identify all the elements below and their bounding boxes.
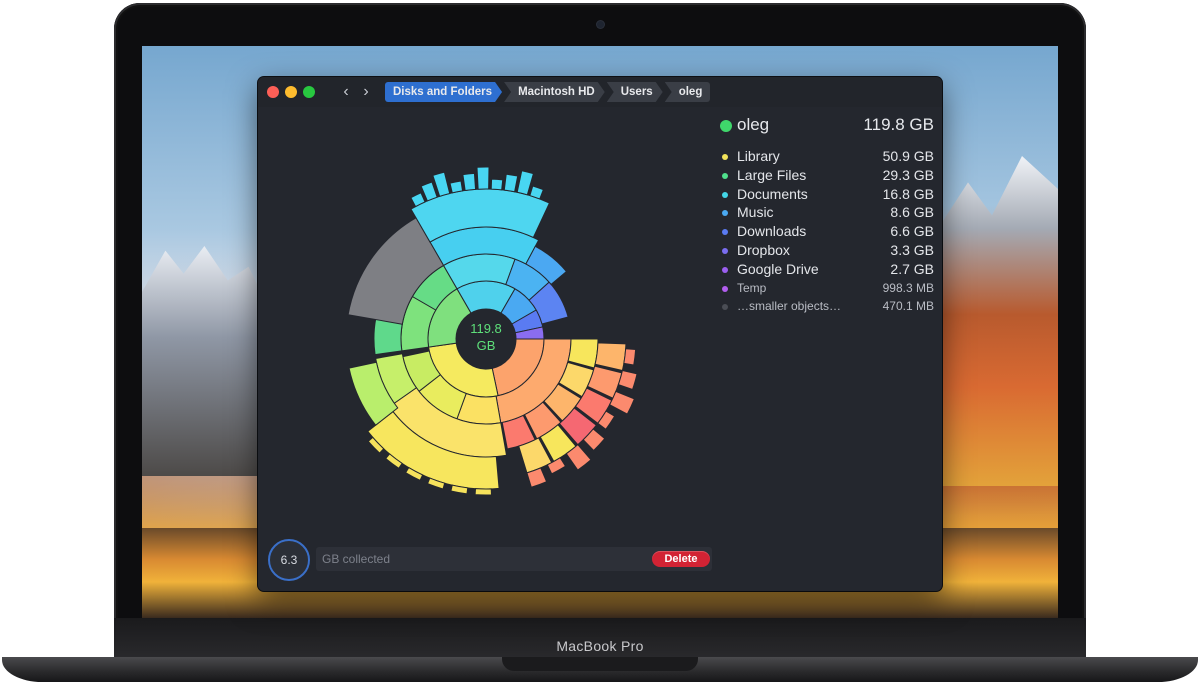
legend-item-dropbox[interactable]: Dropbox 3.3 GB bbox=[718, 241, 934, 260]
chevron-right-icon: › bbox=[363, 83, 369, 100]
legend-item-size: 50.9 GB bbox=[882, 148, 934, 164]
collector-panel: 6.3 GB collected Delete bbox=[268, 539, 712, 581]
legend-item-size: 6.6 GB bbox=[890, 223, 934, 240]
legend-color-dot bbox=[722, 154, 728, 160]
collector-bar[interactable]: GB collected Delete bbox=[316, 547, 712, 571]
legend-color-dot bbox=[722, 191, 728, 198]
legend-item-smaller-objects[interactable]: …smaller objects… 470.1 MB bbox=[718, 297, 934, 316]
legend-item-size: 470.1 MB bbox=[882, 299, 934, 314]
legend-item-name: Dropbox bbox=[737, 241, 790, 258]
sunburst-chart[interactable]: 119.8 GB bbox=[258, 107, 718, 537]
app-window: ‹ › Disks and Folders Macintosh HD Users… bbox=[258, 77, 942, 591]
segment-spike-cyan-4[interactable] bbox=[462, 172, 477, 192]
legend-item-size: 2.7 GB bbox=[890, 260, 934, 277]
camera-icon bbox=[597, 21, 604, 28]
legend-item-large-files[interactable]: Large Files 29.3 GB bbox=[718, 166, 934, 185]
legend-item-google-drive[interactable]: Google Drive 2.7 GB bbox=[718, 260, 934, 279]
legend-item-downloads[interactable]: Downloads 6.6 GB bbox=[718, 222, 934, 241]
legend-item-documents[interactable]: Documents 16.8 GB bbox=[718, 185, 934, 204]
segment-spike-cyan-6[interactable] bbox=[490, 178, 504, 191]
breadcrumb-users[interactable]: Users bbox=[607, 82, 663, 102]
summary-size: 119.8 GB bbox=[863, 115, 934, 134]
legend-item-name: Google Drive bbox=[737, 260, 819, 277]
wallpaper-mountain-right bbox=[938, 156, 1058, 486]
segment-spike-orange-0[interactable] bbox=[623, 348, 637, 366]
chevron-left-icon: ‹ bbox=[343, 83, 349, 100]
legend-color-dot bbox=[722, 304, 728, 311]
sunburst-center-unit: GB bbox=[477, 338, 496, 353]
segment-spike-yellow-0[interactable] bbox=[474, 488, 492, 496]
device-brand-label: MacBook Pro bbox=[556, 638, 644, 654]
back-button[interactable]: ‹ bbox=[338, 82, 354, 102]
legend-color-dot bbox=[722, 247, 728, 254]
legend-item-size: 16.8 GB bbox=[882, 185, 934, 202]
sunburst-center-size: 119.8 bbox=[470, 321, 502, 336]
summary-name: oleg bbox=[737, 115, 770, 134]
collector-label: GB collected bbox=[322, 552, 391, 566]
legend-color-dot bbox=[722, 285, 728, 292]
collector-drop-target[interactable]: 6.3 bbox=[268, 539, 310, 581]
segment-spike-cyan-7[interactable] bbox=[503, 173, 519, 193]
forward-button[interactable]: › bbox=[358, 82, 374, 102]
legend-item-library[interactable]: Library 50.9 GB bbox=[718, 147, 934, 166]
legend-color-dot bbox=[722, 266, 728, 273]
legend-item-name: Music bbox=[737, 204, 774, 221]
legend-item-name: Large Files bbox=[737, 166, 807, 183]
summary-color-dot bbox=[720, 120, 732, 132]
legend-color-dot bbox=[722, 229, 728, 236]
legend-item-music[interactable]: Music 8.6 GB bbox=[718, 203, 934, 222]
breadcrumb-oleg[interactable]: oleg bbox=[664, 82, 711, 102]
legend-item-name: Library bbox=[737, 148, 780, 164]
title-bar: ‹ › Disks and Folders Macintosh HD Users… bbox=[258, 77, 942, 107]
wallpaper-mountain-left bbox=[142, 246, 272, 476]
legend-item-name: Downloads bbox=[737, 223, 807, 240]
legend-list: Library 50.9 GB Large Files 29.3 GB Docume… bbox=[718, 147, 934, 316]
close-button[interactable] bbox=[267, 86, 279, 98]
legend-item-size: 8.6 GB bbox=[890, 204, 934, 221]
segment-ring4-orange-0[interactable] bbox=[594, 342, 627, 372]
legend-item-temp[interactable]: Temp 998.3 MB bbox=[718, 279, 934, 298]
zoom-button[interactable] bbox=[303, 86, 315, 98]
legend-item-size: 998.3 MB bbox=[882, 280, 934, 295]
breadcrumb-macintosh-hd[interactable]: Macintosh HD bbox=[504, 82, 605, 102]
legend-color-dot bbox=[722, 210, 728, 217]
breadcrumb-disks-and-folders[interactable]: Disks and Folders bbox=[385, 82, 502, 102]
legend-item-name: …smaller objects… bbox=[737, 299, 842, 314]
breadcrumb: Disks and Folders Macintosh HD Users ole… bbox=[385, 82, 712, 102]
minimize-button[interactable] bbox=[285, 86, 297, 98]
legend-item-size: 29.3 GB bbox=[882, 166, 934, 183]
laptop-notch bbox=[502, 657, 698, 671]
folder-legend: oleg 119.8 GB Library 50.9 GB Large Files… bbox=[718, 115, 934, 316]
legend-summary[interactable]: oleg 119.8 GB bbox=[718, 115, 934, 139]
segment-spike-cyan-5[interactable] bbox=[476, 166, 490, 190]
delete-button[interactable]: Delete bbox=[652, 551, 710, 567]
legend-color-dot bbox=[722, 172, 728, 179]
legend-item-size: 3.3 GB bbox=[890, 241, 934, 258]
segment-spike-cyan-3[interactable] bbox=[449, 180, 464, 194]
legend-item-name: Documents bbox=[737, 185, 808, 202]
legend-item-name: Temp bbox=[737, 280, 767, 295]
